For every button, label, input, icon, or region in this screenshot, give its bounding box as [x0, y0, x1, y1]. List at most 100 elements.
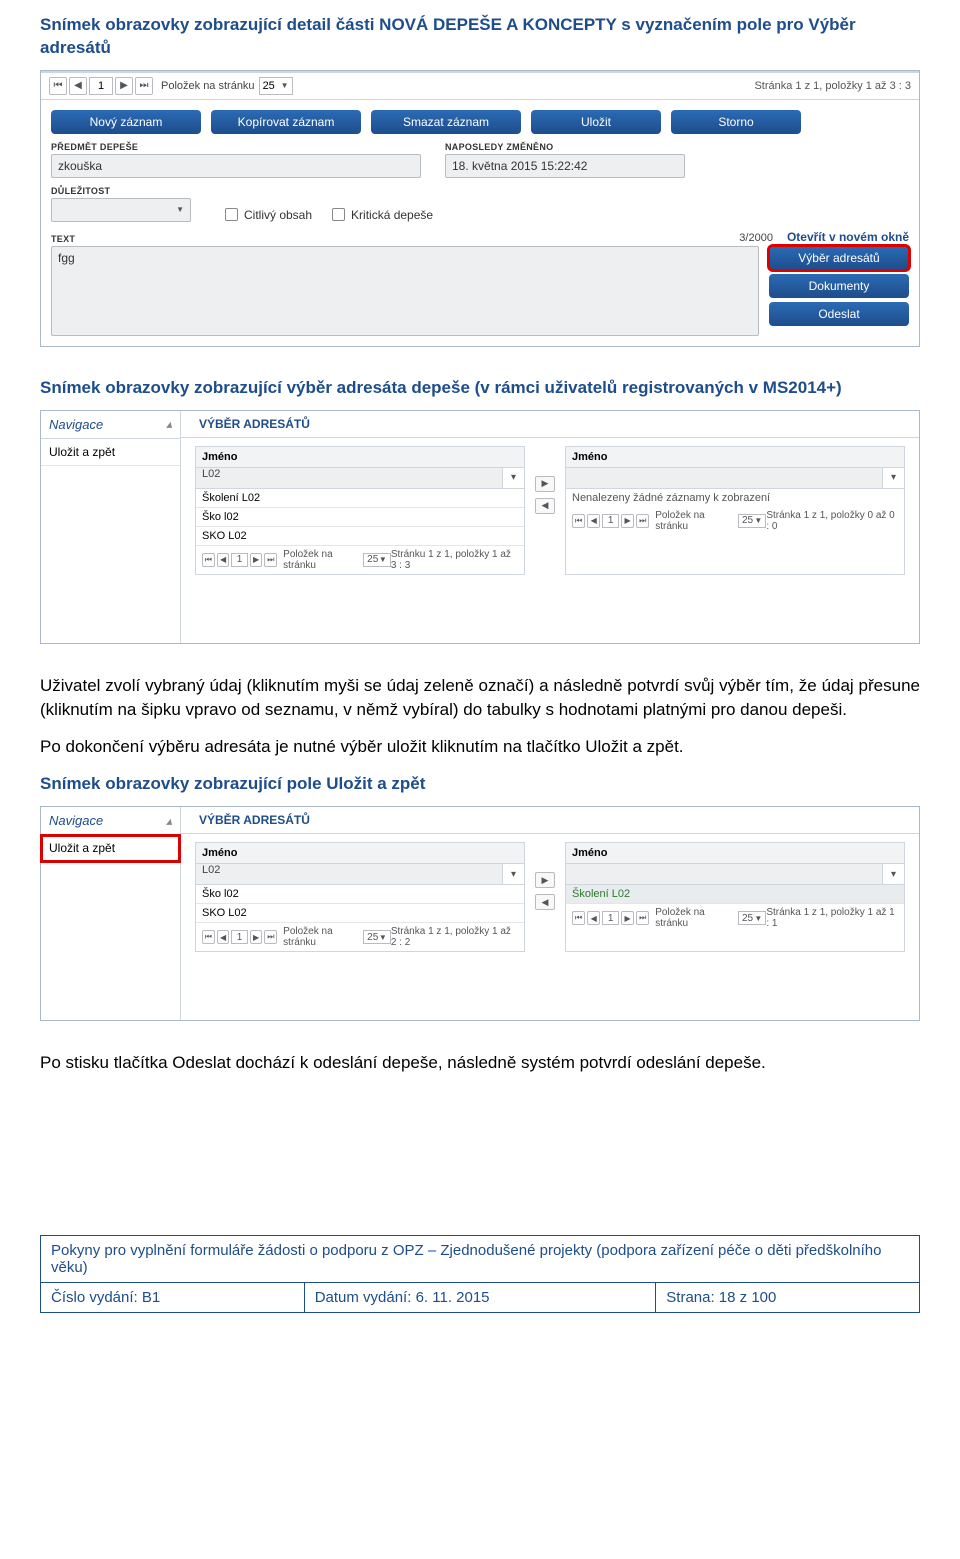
save-button[interactable]: Uložit — [531, 110, 661, 134]
list-item[interactable]: Ško l02 — [196, 885, 524, 904]
page-last-icon[interactable]: ⏭ — [264, 553, 277, 567]
list-item[interactable]: SKO L02 — [196, 527, 524, 546]
pager-status: Stránka 1 z 1, položky 1 až 1 : 1 — [766, 907, 898, 929]
pager-status: Stránku 1 z 1, položky 1 až 3 : 3 — [391, 549, 518, 571]
page-next-icon[interactable]: ▶ — [250, 930, 263, 944]
page-first-icon[interactable]: ⏮ — [202, 553, 215, 567]
move-left-icon[interactable]: ◀ — [535, 894, 555, 910]
move-right-icon[interactable]: ▶ — [535, 476, 555, 492]
page-prev-icon[interactable]: ◀ — [587, 911, 600, 925]
filter-input[interactable]: L02 — [196, 468, 502, 488]
navigation-panel: Navigace▴ Uložit a zpět — [41, 411, 181, 643]
navigation-title: Navigace▴ — [41, 411, 180, 439]
footer-date: Datum vydání: 6. 11. 2015 — [304, 1282, 656, 1312]
page-prev-icon[interactable]: ◀ — [587, 514, 600, 528]
footer-page: Strana: 18 z 100 — [656, 1282, 920, 1312]
chevron-down-icon: ▼ — [176, 205, 184, 214]
text-textarea[interactable]: fgg — [51, 246, 759, 336]
page-next-icon[interactable]: ▶ — [250, 553, 263, 567]
filter-icon[interactable]: ▾ — [502, 468, 524, 488]
list-item[interactable]: SKO L02 — [196, 904, 524, 923]
filter-input[interactable]: L02 — [196, 864, 502, 884]
page-last-icon[interactable]: ⏭ — [135, 77, 153, 95]
importance-select[interactable]: ▼ — [51, 198, 191, 222]
delete-record-button[interactable]: Smazat záznam — [371, 110, 521, 134]
filter-input[interactable] — [566, 864, 882, 884]
page-prev-icon[interactable]: ◀ — [217, 553, 230, 567]
list-pager: ⏮ ◀ 1 ▶ ⏭ Položek na stránku 25▼ Stránka… — [566, 904, 904, 932]
page-next-icon[interactable]: ▶ — [621, 911, 634, 925]
column-header[interactable]: Jméno — [566, 843, 904, 864]
items-per-page-select[interactable]: 25▼ — [738, 514, 766, 528]
page-next-icon[interactable]: ▶ — [621, 514, 634, 528]
filter-icon[interactable]: ▾ — [882, 468, 904, 488]
documents-button[interactable]: Dokumenty — [769, 274, 909, 298]
list-item[interactable]: Ško l02 — [196, 508, 524, 527]
chevron-up-icon: ▴ — [166, 417, 172, 431]
save-and-back-nav[interactable]: Uložit a zpět — [41, 439, 180, 466]
lastmod-value: 18. května 2015 15:22:42 — [445, 154, 685, 178]
body-text-2: Po dokončení výběru adresáta je nutné vý… — [40, 735, 920, 759]
column-header[interactable]: Jméno — [196, 447, 524, 468]
filter-icon[interactable]: ▾ — [882, 864, 904, 884]
available-list: Jméno L02 ▾ Ško l02 SKO L02 ⏮ ◀ 1 ▶ ⏭ Po… — [195, 842, 525, 952]
select-recipients-button[interactable]: Výběr adresátů — [769, 246, 909, 270]
form-area: PŘEDMĚT DEPEŠE zkouška NAPOSLEDY ZMĚNĚNO… — [41, 140, 919, 346]
selected-list: Jméno ▾ Školení L02 ⏮ ◀ 1 ▶ ⏭ Položek na… — [565, 842, 905, 952]
filter-input[interactable] — [566, 468, 882, 488]
list-item[interactable]: Školení L02 — [196, 489, 524, 508]
body-text-1: Uživatel zvolí vybraný údaj (kliknutím m… — [40, 674, 920, 722]
cancel-button[interactable]: Storno — [671, 110, 801, 134]
items-per-page-label: Položek na stránku — [161, 80, 255, 92]
critical-checkbox[interactable]: Kritická depeše — [332, 208, 433, 222]
items-per-page-select[interactable]: 25▼ — [738, 911, 766, 925]
items-per-page-value: 25 — [742, 515, 753, 526]
page-prev-icon[interactable]: ◀ — [69, 77, 87, 95]
checkbox-icon — [332, 208, 345, 221]
page-number: 1 — [602, 911, 619, 925]
page-last-icon[interactable]: ⏭ — [636, 911, 649, 925]
critical-checkbox-label: Kritická depeše — [351, 208, 433, 222]
page-first-icon[interactable]: ⏮ — [202, 930, 215, 944]
new-record-button[interactable]: Nový záznam — [51, 110, 201, 134]
items-per-page-value: 25 — [263, 80, 275, 92]
navigation-panel: Navigace ▴ Uložit a zpět — [41, 807, 181, 1020]
chevron-up-icon: ▴ — [166, 814, 172, 828]
footer-title: Pokyny pro vyplnění formuláře žádosti o … — [41, 1235, 920, 1282]
page-last-icon[interactable]: ⏭ — [636, 514, 649, 528]
move-left-icon[interactable]: ◀ — [535, 498, 555, 514]
column-header[interactable]: Jméno — [196, 843, 524, 864]
items-per-page-select[interactable]: 25▼ — [363, 930, 391, 944]
copy-record-button[interactable]: Kopírovat záznam — [211, 110, 361, 134]
navigation-title-text: Navigace — [49, 813, 103, 828]
page-prev-icon[interactable]: ◀ — [217, 930, 230, 944]
items-per-page-select[interactable]: 25▼ — [363, 553, 391, 567]
send-button[interactable]: Odeslat — [769, 302, 909, 326]
page-first-icon[interactable]: ⏮ — [49, 77, 67, 95]
items-per-page-value: 25 — [367, 932, 378, 943]
sensitive-checkbox[interactable]: Citlivý obsah — [225, 208, 312, 222]
action-toolbar: Nový záznam Kopírovat záznam Smazat zázn… — [41, 100, 919, 140]
page-first-icon[interactable]: ⏮ — [572, 911, 585, 925]
column-header[interactable]: Jméno — [566, 447, 904, 468]
save-and-back-nav[interactable]: Uložit a zpět — [41, 835, 180, 862]
page-first-icon[interactable]: ⏮ — [572, 514, 585, 528]
list-item[interactable]: Školení L02 — [566, 885, 904, 904]
figure-3: Navigace▴ Uložit a zpět VÝBĚR ADRESÁTŮ J… — [40, 806, 920, 1021]
page-next-icon[interactable]: ▶ — [115, 77, 133, 95]
page-footer-table: Pokyny pro vyplnění formuláře žádosti o … — [40, 1235, 920, 1313]
items-per-page-label: Položek na stránku — [283, 926, 359, 948]
list-pager: ⏮ ◀ 1 ▶ ⏭ Položek na stránku 25▼ Stránku… — [196, 546, 524, 574]
figure-2: Navigace▴ Uložit a zpět VÝBĚR ADRESÁTŮ J… — [40, 410, 920, 644]
sensitive-checkbox-label: Citlivý obsah — [244, 208, 312, 222]
items-per-page-select[interactable]: 25▼ — [259, 77, 293, 95]
move-right-icon[interactable]: ▶ — [535, 872, 555, 888]
chevron-down-icon: ▼ — [754, 914, 762, 923]
navigation-title: Navigace ▴ — [41, 807, 180, 835]
open-new-window-link[interactable]: Otevřít v novém okně — [787, 230, 909, 244]
page-last-icon[interactable]: ⏭ — [264, 930, 277, 944]
lastmod-label: NAPOSLEDY ZMĚNĚNO — [445, 142, 685, 152]
body-text-3: Po stisku tlačítka Odeslat dochází k ode… — [40, 1051, 920, 1075]
subject-input[interactable]: zkouška — [51, 154, 421, 178]
filter-icon[interactable]: ▾ — [502, 864, 524, 884]
